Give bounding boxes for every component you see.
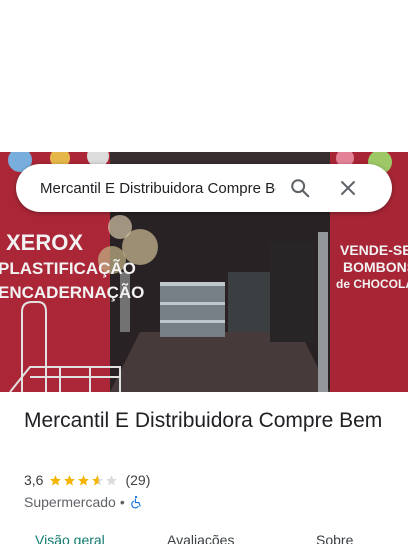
search-icon [291,179,310,198]
search-button[interactable] [276,164,324,212]
search-input[interactable]: Mercantil E Distribuidora Compre Bem [40,180,276,197]
clear-search-button[interactable] [324,164,372,212]
separator-dot: • [119,494,125,510]
rating-value: 3,6 [24,472,44,488]
search-bar[interactable]: Mercantil E Distribuidora Compre Bem [16,164,392,212]
star-full-icon [64,474,76,485]
star-rating [49,474,119,487]
wheelchair-icon [130,495,141,509]
rating-row[interactable]: 3,6 (29) [24,472,150,488]
star-full-icon [50,474,62,485]
tab-about[interactable]: Sobre [316,532,353,544]
category-row: Supermercado • [24,494,143,510]
tab-overview[interactable]: Visão geral [35,532,105,544]
tab-reviews[interactable]: Avaliações [167,532,234,544]
place-tabs: Visão geral Avaliações Sobre [0,530,408,544]
star-empty-icon [106,474,118,485]
review-count[interactable]: (29) [125,472,150,488]
star-full-icon [78,474,90,485]
close-icon [341,181,355,195]
place-title: Mercantil E Distribuidora Compre Bem [24,409,383,432]
star-half-icon [92,474,104,485]
category-label: Supermercado [24,494,116,510]
